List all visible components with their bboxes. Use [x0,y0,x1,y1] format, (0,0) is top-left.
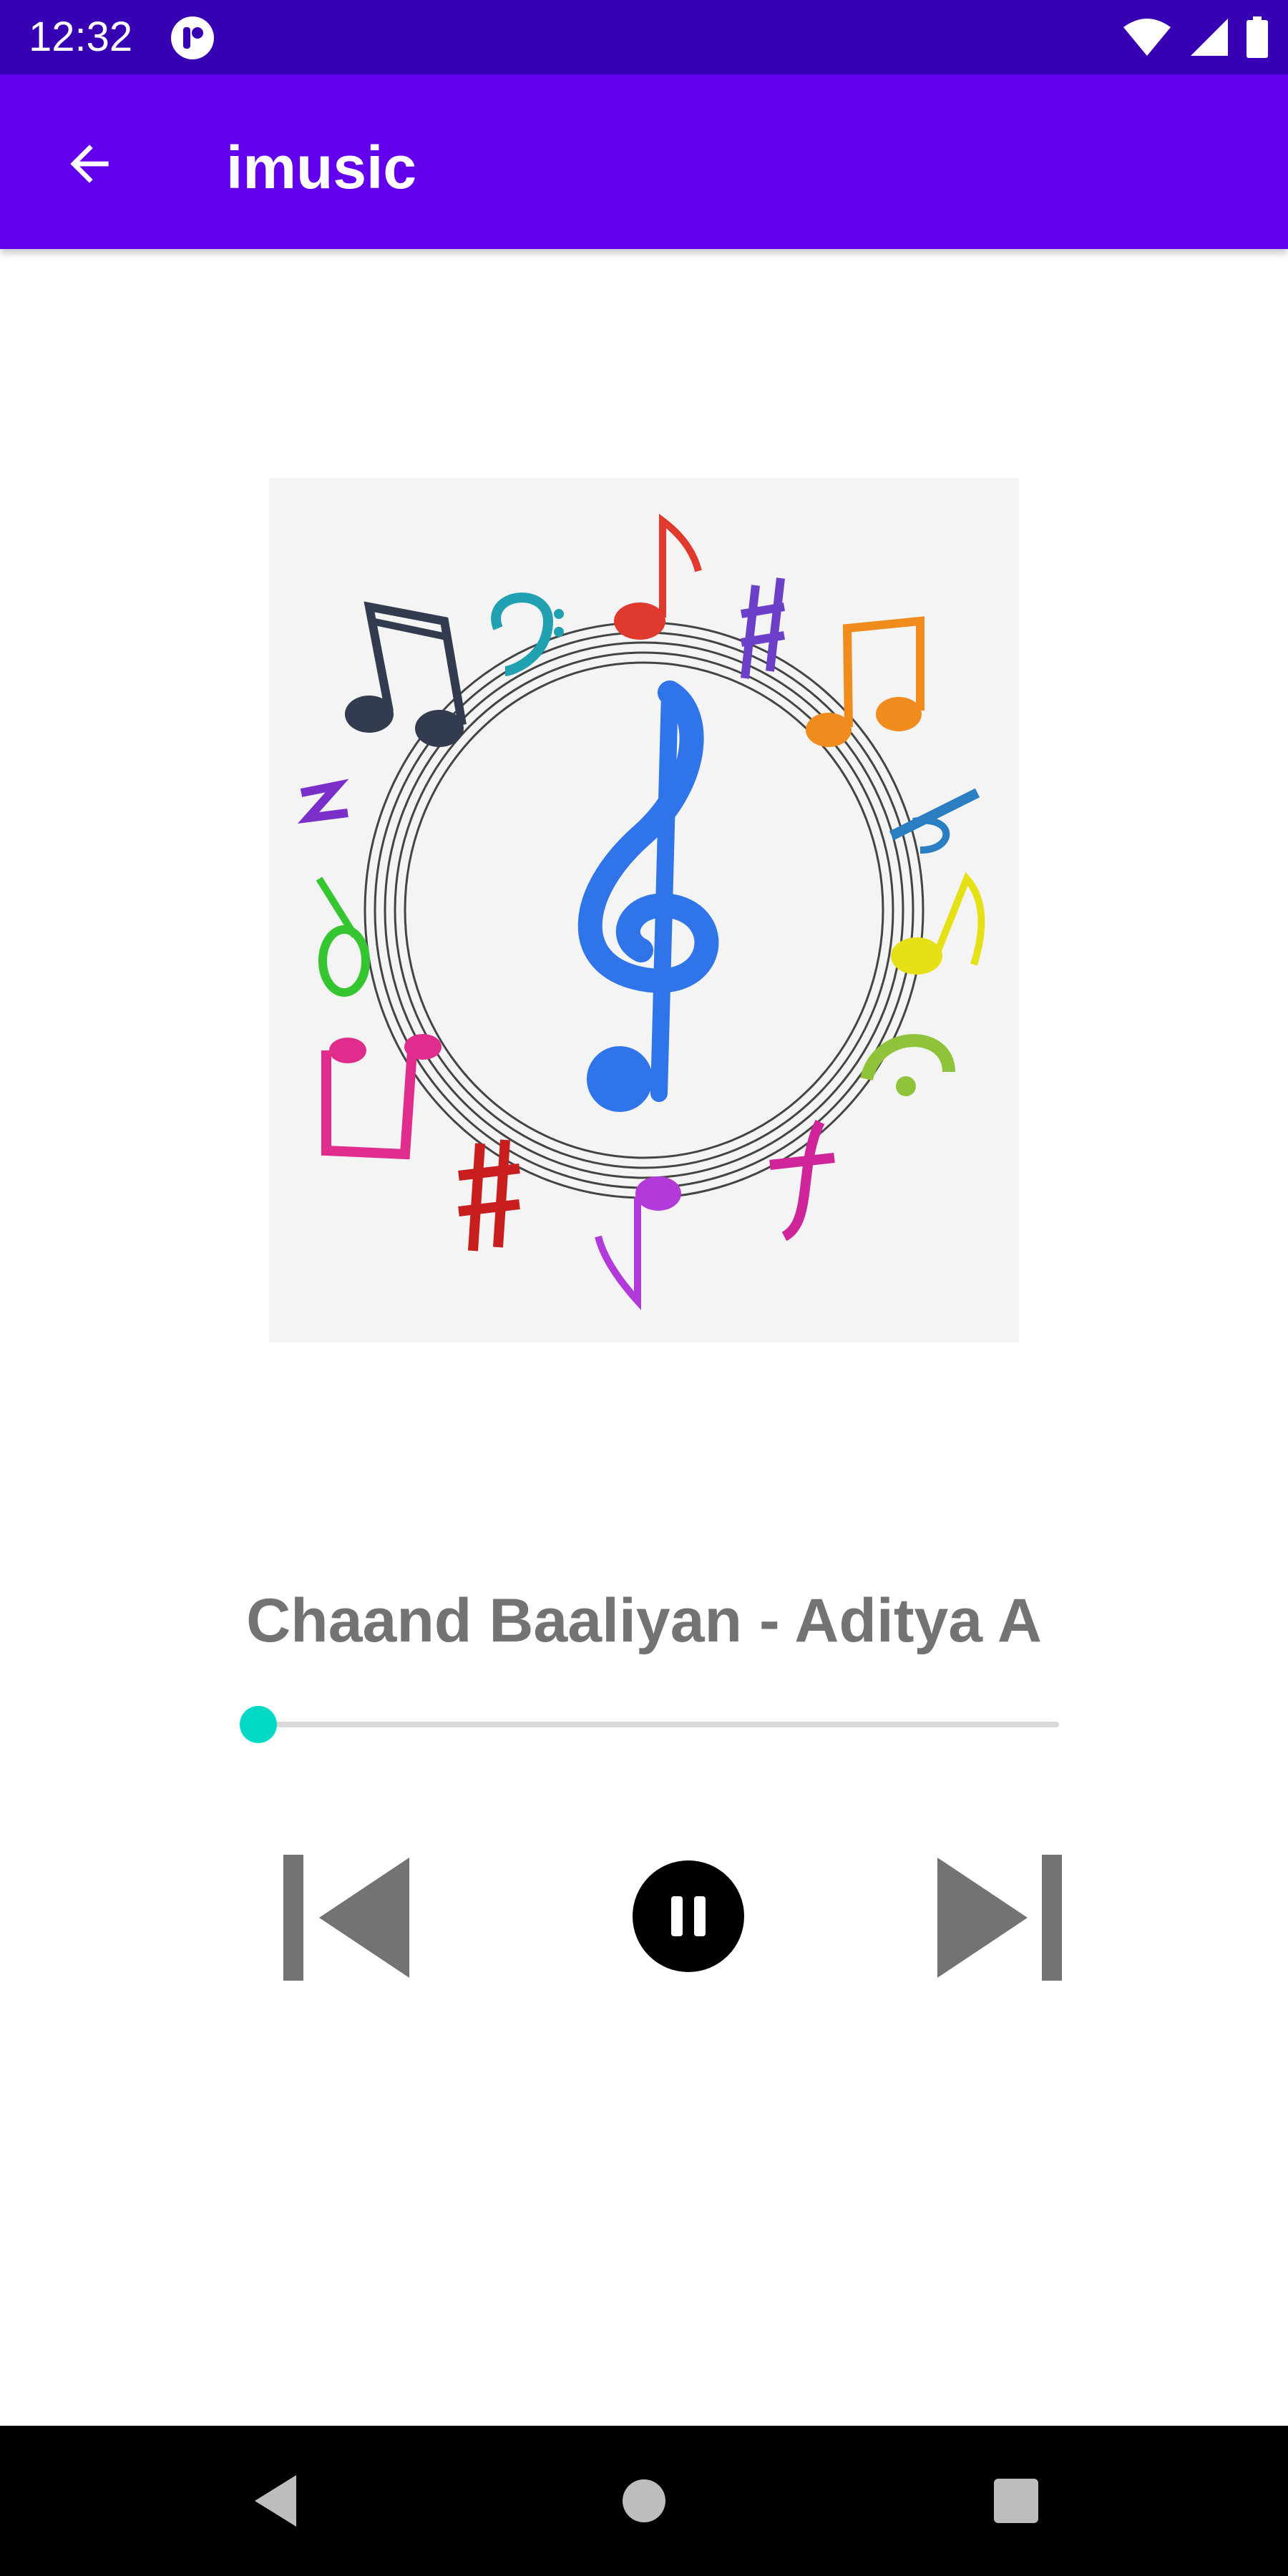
seek-thumb[interactable] [239,1706,277,1743]
seek-track [242,1722,1059,1727]
note-pink [321,1034,441,1160]
nav-home-icon [623,2479,665,2522]
back-button[interactable] [50,125,129,203]
note-purple-rest [297,779,349,824]
play-pause-button[interactable] [631,1859,746,1974]
music-notes-circle-image [297,513,985,1311]
note-lime [860,1034,955,1096]
note-orange [806,616,924,747]
nav-back-button[interactable] [236,2462,315,2540]
skip-next-icon [937,1855,1062,1981]
nav-recents-button[interactable] [977,2462,1055,2540]
app-title: imusic [226,134,417,201]
treble-clef-icon [577,680,719,1112]
next-button[interactable] [935,1853,1070,1982]
nav-recents-icon [994,2479,1038,2523]
song-title: Chaand Baaliyan - Aditya A [246,1586,1042,1655]
system-nav-bar [0,2426,1288,2576]
nav-back-icon [255,2475,296,2527]
note-purple-natural [741,577,785,679]
cellular-signal-icon [1191,19,1228,56]
note-red [614,513,702,640]
status-bar: 12:32 [0,0,1288,74]
status-icons [1122,16,1268,59]
note-dark [345,601,467,747]
pause-icon [633,1860,744,1972]
nav-home-button[interactable] [605,2462,683,2540]
app-notification-icon [171,16,214,59]
note-red-sharp [458,1139,520,1252]
previous-button[interactable] [279,1853,415,1982]
album-art [269,478,1019,1342]
skip-previous-icon [283,1855,409,1981]
app-bar: imusic [0,74,1288,249]
arrow-back-icon [70,145,109,183]
battery-icon [1246,16,1268,58]
status-time: 12:32 [29,14,133,60]
seekbar[interactable] [239,1696,1059,1753]
wifi-icon [1123,19,1171,56]
note-green [316,877,370,997]
note-yellow [891,872,985,975]
